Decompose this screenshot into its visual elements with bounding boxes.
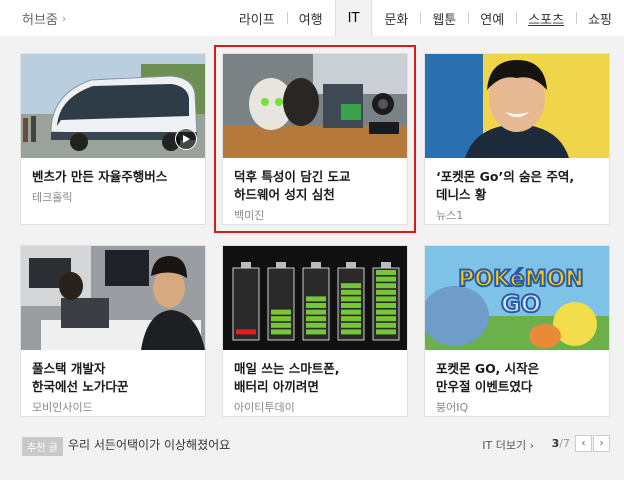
tab-webtoon[interactable]: 웹툰 xyxy=(420,0,468,36)
article-source: 백미진 xyxy=(234,209,265,222)
chevron-left-icon: ‹ xyxy=(581,438,586,449)
article-card[interactable]: 벤츠가 만든 자율주행버스 테크홀릭 xyxy=(20,53,206,225)
recommend-bar: 추천 글 우리 서든어택이가 이상해졌어요 IT 더보기 › 3/7 ‹ › xyxy=(22,435,610,456)
article-thumbnail xyxy=(425,54,609,158)
article-source: 모비인사이드 xyxy=(32,401,93,414)
play-icon[interactable] xyxy=(175,128,197,150)
tab-sports[interactable]: 스포츠 xyxy=(516,0,576,36)
article-card[interactable]: 매일 쓰는 스마트폰, 배터리 아끼려면 아이티투데이 xyxy=(222,245,408,417)
article-thumbnail xyxy=(223,246,407,350)
article-title: ‘포켓몬 Go’의 숨은 주역, 데니스 황 xyxy=(436,169,575,202)
article-thumbnail: POKéMON GO xyxy=(425,246,609,350)
tab-entertainment[interactable]: 연예 xyxy=(468,0,516,36)
category-tabs: 라이프 여행 IT 문화 웹툰 연예 스포츠 쇼핑 xyxy=(227,0,624,36)
article-thumbnail xyxy=(21,54,205,158)
tab-culture[interactable]: 문화 xyxy=(372,0,420,36)
article-card[interactable]: ‘포켓몬 Go’의 숨은 주역, 데니스 황 뉴스1 xyxy=(424,53,610,225)
tab-life[interactable]: 라이프 xyxy=(227,0,287,36)
article-title: 매일 쓰는 스마트폰, 배터리 아끼려면 xyxy=(234,361,340,394)
article-title: 풀스택 개발자 한국에선 노가다꾼 xyxy=(32,361,129,394)
article-title: 포켓몬 GO, 시작은 만우절 이벤트였다 xyxy=(436,361,540,394)
article-source: 붕어IQ xyxy=(436,401,469,414)
tab-shopping[interactable]: 쇼핑 xyxy=(576,0,624,36)
article-title: 벤츠가 만든 자율주행버스 xyxy=(32,169,168,184)
it-more-link[interactable]: IT 더보기 › xyxy=(482,437,534,453)
pokemon-go-text: GO xyxy=(501,290,541,318)
article-source: 테크홀릭 xyxy=(32,191,73,204)
recommend-badge: 추천 글 xyxy=(22,437,63,456)
article-card-selected[interactable]: 덕후 특성이 담긴 도교 하드웨어 성지 심천 백미진 xyxy=(214,45,416,233)
prev-page-button[interactable]: ‹ xyxy=(575,435,592,452)
article-thumbnail xyxy=(21,246,205,350)
tab-travel[interactable]: 여행 xyxy=(286,0,335,36)
article-card[interactable]: 풀스택 개발자 한국에선 노가다꾼 모비인사이드 xyxy=(20,245,206,417)
chevron-right-icon: › xyxy=(61,12,67,25)
article-card[interactable]: POKéMON GO 포켓몬 GO, 시작은 만우절 이벤트였다 붕어IQ xyxy=(424,245,610,417)
article-source: 아이티투데이 xyxy=(234,401,295,414)
article-source: 뉴스1 xyxy=(436,209,464,222)
hub-label: 허브줌 xyxy=(22,13,58,28)
article-title: 덕후 특성이 담긴 도교 하드웨어 성지 심천 xyxy=(234,169,351,202)
category-bar: 허브줌 › 라이프 여행 IT 문화 웹툰 연예 스포츠 쇼핑 xyxy=(0,0,624,36)
page-indicator: 3/7 xyxy=(551,437,570,450)
tab-it[interactable]: IT xyxy=(334,0,373,36)
chevron-right-icon: › xyxy=(599,438,604,449)
pokemon-logo-text: POKéMON xyxy=(458,267,583,292)
article-thumbnail xyxy=(223,54,407,158)
hub-link[interactable]: 허브줌 › xyxy=(22,9,66,28)
next-page-button[interactable]: › xyxy=(593,435,610,452)
recommend-link[interactable]: 우리 서든어택이가 이상해졌어요 xyxy=(68,436,230,453)
